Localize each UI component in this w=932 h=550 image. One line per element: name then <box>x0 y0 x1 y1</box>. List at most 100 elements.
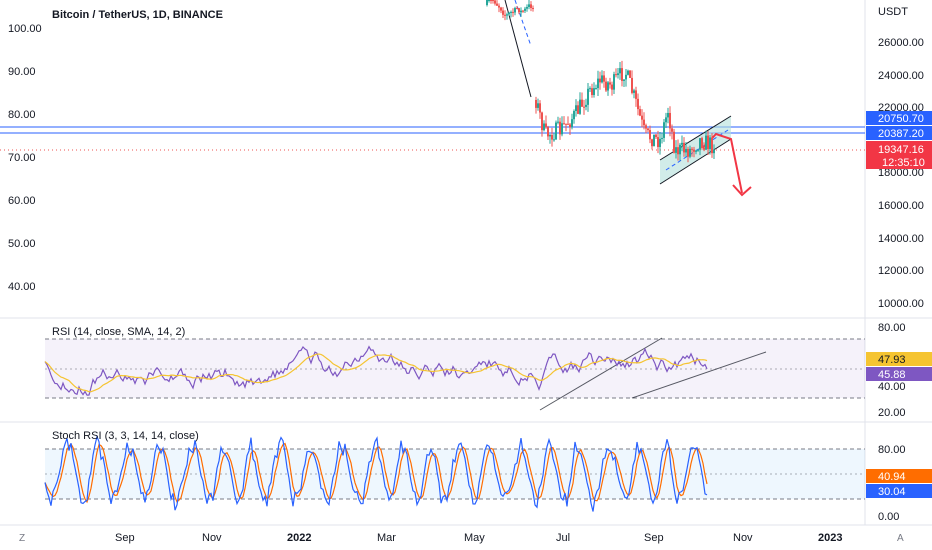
candle-body <box>677 147 679 155</box>
stoch-d-value: 30.04 <box>878 486 906 498</box>
candle-body <box>575 105 577 112</box>
candle-body <box>691 148 693 150</box>
price-axis-label: 26000.00 <box>878 37 924 49</box>
candle-body <box>605 81 607 91</box>
candlestick-series[interactable] <box>486 0 715 163</box>
chart-title: Bitcoin / TetherUS, 1D, BINANCE <box>52 9 223 21</box>
candle-body <box>707 135 709 149</box>
time-axis[interactable]: Sep Nov 2022 Mar May Jul Sep Nov 2023 <box>115 532 842 544</box>
chart-canvas[interactable]: 100.00 90.00 80.00 70.00 60.00 50.00 40.… <box>0 0 932 550</box>
bar-countdown: 12:35:10 <box>882 157 925 169</box>
candle-body <box>627 70 629 75</box>
candle-body <box>687 148 689 157</box>
candle-body <box>547 127 549 137</box>
candle-body <box>577 105 579 114</box>
candle-body <box>703 147 705 150</box>
candle-body <box>637 98 639 110</box>
candle-body <box>679 144 681 155</box>
candle-body <box>651 139 653 147</box>
candle-body <box>563 123 565 125</box>
stoch-k-value: 40.94 <box>878 471 906 483</box>
rsi-axis-label: 40.00 <box>878 381 906 393</box>
candle-body <box>535 100 537 108</box>
left-axis-label: 50.00 <box>8 238 36 250</box>
candle-body <box>689 148 691 157</box>
candle-body <box>613 74 615 90</box>
last-price: 19347.16 <box>878 144 924 156</box>
rsi-axis-label: 20.00 <box>878 407 906 419</box>
candle-body <box>601 75 603 83</box>
candle-body <box>545 123 547 128</box>
candle-body <box>635 90 637 99</box>
left-axis-label: 100.00 <box>8 23 42 35</box>
rsi-value: 45.88 <box>878 369 906 381</box>
time-axis-label: Jul <box>556 532 570 544</box>
candle-body <box>643 119 645 126</box>
candle-body <box>492 0 494 1</box>
candle-body <box>701 138 703 148</box>
candle-body <box>697 149 699 151</box>
candle-body <box>621 68 623 81</box>
candle-body <box>591 88 593 95</box>
candle-body <box>615 74 617 76</box>
candle-body <box>713 149 715 154</box>
time-axis-label: Nov <box>733 532 753 544</box>
candle-body <box>496 3 498 6</box>
price-axis-label: 10000.00 <box>878 298 924 310</box>
candle-body <box>490 0 492 1</box>
time-axis-label: 2022 <box>287 532 311 544</box>
candle-body <box>607 82 609 91</box>
candle-body <box>603 75 605 82</box>
stoch-axis-label: 0.00 <box>878 511 899 523</box>
auto-scale-button[interactable]: A <box>897 533 904 544</box>
candle-body <box>526 7 528 9</box>
candle-body <box>695 150 697 152</box>
candle-body <box>611 84 613 90</box>
candle-body <box>647 128 649 131</box>
candle-body <box>645 125 647 129</box>
rsi-axis-label: 80.00 <box>878 322 906 334</box>
price-axis-label: 16000.00 <box>878 200 924 212</box>
price-axis-unit: USDT <box>878 6 908 18</box>
candle-body <box>597 78 599 89</box>
candle-body <box>539 103 541 113</box>
time-axis-label: May <box>464 532 485 544</box>
candle-body <box>520 10 522 13</box>
candle-body <box>510 11 512 13</box>
time-axis-label: Sep <box>644 532 664 544</box>
price-axis-label: 12000.00 <box>878 265 924 277</box>
candle-body <box>530 4 532 8</box>
candle-body <box>625 74 627 80</box>
candle-body <box>494 0 496 4</box>
candle-body <box>557 121 559 123</box>
candle-body <box>593 88 595 95</box>
stoch-pane-title: Stoch RSI (3, 3, 14, 14, close) <box>52 430 199 442</box>
candle-body <box>500 7 502 11</box>
left-axis-label: 90.00 <box>8 66 36 78</box>
candle-body <box>508 12 510 15</box>
candle-body <box>537 103 539 108</box>
left-axis-label: 40.00 <box>8 281 36 293</box>
candle-body <box>629 70 631 78</box>
candle-body <box>581 99 583 107</box>
candle-body <box>551 135 553 140</box>
candle-body <box>619 68 621 74</box>
zoom-button[interactable]: Z <box>19 533 25 544</box>
candle-body <box>633 90 635 93</box>
rsi-pane-title: RSI (14, close, SMA, 14, 2) <box>52 326 185 338</box>
price-axis-label: 24000.00 <box>878 70 924 82</box>
candle-body <box>549 135 551 137</box>
candle-body <box>661 137 663 139</box>
candle-body <box>705 135 707 150</box>
candle-body <box>641 115 643 120</box>
candle-body <box>587 88 589 105</box>
candle-body <box>567 123 569 125</box>
stoch-axis[interactable]: 80.00 0.00 <box>878 444 906 523</box>
candle-body <box>665 117 667 123</box>
candle-body <box>631 77 633 93</box>
candle-body <box>524 8 526 11</box>
candle-body <box>488 0 490 1</box>
candle-body <box>522 10 524 12</box>
candle-body <box>514 8 516 13</box>
candle-body <box>595 88 597 90</box>
